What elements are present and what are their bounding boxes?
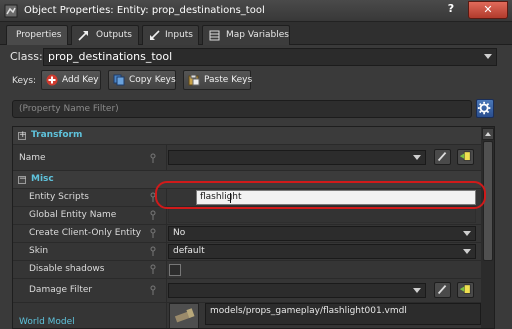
name-input[interactable] [168,150,426,165]
skin-dropdown[interactable]: default [168,244,476,259]
property-row-global-entity-name: Global Entity Name [13,207,481,225]
tab-label: Inputs [165,30,193,40]
help-button[interactable]: ? [440,1,462,19]
chevron-down-icon [413,288,421,293]
skin-value: default [173,246,205,256]
pin-icon[interactable] [150,153,156,163]
inputs-arrow-icon [150,30,160,40]
paste-keys-label: Paste Keys [204,75,253,85]
world-model-value: models/props_gameplay/flashlight001.vmdl [210,306,407,316]
tab-outputs[interactable]: Outputs [71,25,139,45]
pin-icon[interactable] [150,246,156,256]
chevron-down-icon [484,54,492,59]
disable-shadows-checkbox[interactable] [169,264,181,276]
pin-icon[interactable] [150,264,156,274]
property-row-create-client-only: Create Client-Only Entity No [13,225,481,243]
property-row-name: Name [13,145,481,171]
app-icon [4,4,18,18]
pin-icon[interactable] [150,228,156,238]
pin-icon[interactable] [150,285,156,295]
model-preview[interactable] [169,303,199,328]
pick-entity-button[interactable] [457,282,474,298]
outputs-arrow-icon [78,31,88,41]
tab-label: Properties [16,30,62,40]
property-label: World Model [19,317,75,327]
property-filter[interactable] [12,100,472,118]
property-label: Skin [29,246,49,256]
create-client-only-dropdown[interactable]: No [168,226,476,241]
map-variables-icon [209,30,220,41]
chevron-down-icon [463,249,471,254]
add-icon [46,74,58,86]
pin-icon[interactable] [150,210,156,220]
keys-label: Keys: [12,76,37,86]
pick-entity-icon [459,284,471,294]
damage-filter-input[interactable] [168,283,426,298]
property-grid: + Transform Name − Misc Entity Scripts f… [12,126,495,329]
pick-entity-icon [459,151,471,161]
property-label: Global Entity Name [29,210,117,220]
create-client-only-value: No [173,228,186,238]
class-label: Class: [10,50,43,63]
flashlight-model-icon [174,308,195,323]
tab-label: Map Variables [226,30,289,40]
edit-damage-filter-button[interactable] [434,282,451,298]
property-label: Name [19,153,46,163]
group-label: Misc [31,174,54,184]
pick-entity-button[interactable] [457,149,474,165]
world-model-path[interactable]: models/props_gameplay/flashlight001.vmdl [205,303,481,325]
tab-bar: Properties Outputs Inputs Map Variables [0,22,512,45]
pencil-icon [437,152,447,162]
tab-label: Outputs [96,30,132,40]
window-title: Object Properties: Entity: prop_destinat… [24,5,265,16]
property-label: Entity Scripts [29,192,89,202]
chevron-down-icon [413,155,421,160]
property-row-skin: Skin default [13,243,481,261]
property-filter-input[interactable] [13,101,471,117]
add-key-label: Add Key [62,75,99,85]
help-icon: ? [447,2,455,15]
pencil-icon [437,285,447,295]
property-label: Create Client-Only Entity [29,228,142,238]
scroll-up-button[interactable] [482,128,494,140]
copy-icon [113,74,125,86]
group-label: Transform [31,130,83,140]
chevron-down-icon [463,231,471,236]
collapse-icon[interactable]: − [18,174,27,184]
class-dropdown[interactable]: prop_destinations_tool [43,48,497,66]
arrow-up-icon [485,132,491,136]
vertical-scrollbar[interactable] [481,127,494,328]
paste-keys-button[interactable]: Paste Keys [183,70,253,90]
tab-inputs[interactable]: Inputs [142,25,199,45]
property-label: Damage Filter [29,285,93,295]
gear-icon [477,101,491,115]
highlight-annotation [155,181,486,209]
title-bar: Object Properties: Entity: prop_destinat… [0,0,512,22]
class-value: prop_destinations_tool [48,50,173,63]
property-row-disable-shadows: Disable shadows [13,261,481,279]
settings-button[interactable] [476,99,494,118]
global-entity-name-input[interactable] [168,208,476,223]
tab-map-variables[interactable]: Map Variables [202,25,290,45]
expand-icon[interactable]: + [18,130,27,140]
close-icon: ✕ [483,3,493,16]
paste-icon [188,74,200,86]
close-button[interactable]: ✕ [468,1,508,19]
copy-keys-button[interactable]: Copy Keys [108,70,176,90]
property-label: Disable shadows [29,264,105,274]
copy-keys-label: Copy Keys [129,75,176,85]
add-key-button[interactable]: Add Key [41,70,101,90]
property-row-damage-filter: Damage Filter [13,279,481,303]
group-transform[interactable]: + Transform [13,127,481,145]
tab-properties[interactable]: Properties [6,25,68,45]
edit-name-button[interactable] [434,149,451,165]
